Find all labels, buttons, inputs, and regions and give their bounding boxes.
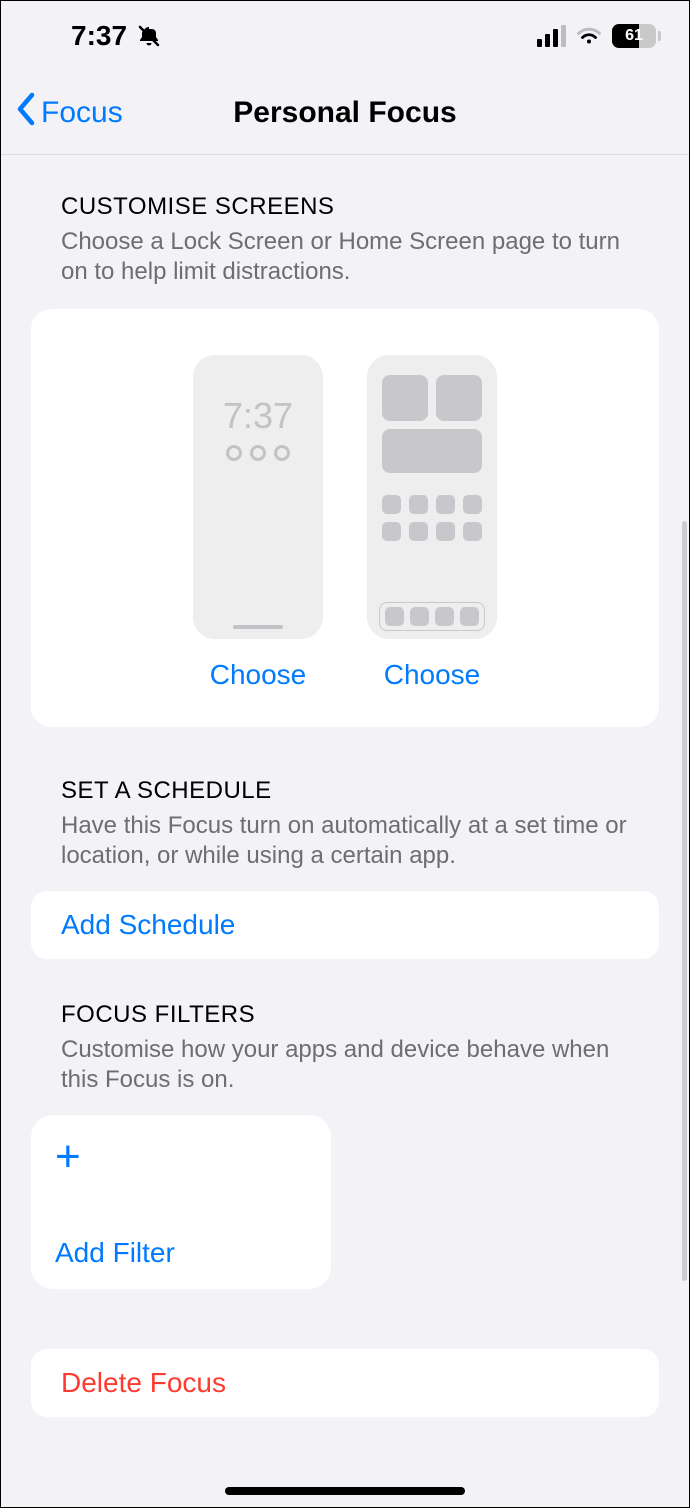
content[interactable]: Customise Screens Choose a Lock Screen o… <box>1 155 689 1507</box>
add-filter-button[interactable]: + Add Filter <box>31 1115 331 1289</box>
choose-lock-button[interactable]: Choose <box>210 659 307 691</box>
status-time: 7:37 <box>71 20 127 52</box>
nav-bar: Focus Personal Focus <box>1 71 689 155</box>
screens-card: 7:37 Choose Choose <box>31 309 659 727</box>
lock-home-indicator-icon <box>233 625 283 629</box>
status-bar: 7:37 61 <box>1 1 689 71</box>
add-schedule-button[interactable]: Add Schedule <box>31 891 659 959</box>
home-indicator[interactable] <box>225 1487 465 1495</box>
home-screen-preview <box>367 355 497 639</box>
schedule-title: Set a Schedule <box>61 777 629 805</box>
lock-screen-dots-icon <box>226 445 290 461</box>
customise-title: Customise Screens <box>61 193 629 221</box>
battery-icon: 61 <box>612 24 661 48</box>
battery-level: 61 <box>625 27 643 45</box>
schedule-sub: Have this Focus turn on automatically at… <box>61 811 629 871</box>
plus-icon: + <box>55 1135 307 1179</box>
add-filter-label: Add Filter <box>55 1237 307 1269</box>
filters-sub: Customise how your apps and device behav… <box>61 1035 629 1095</box>
back-button[interactable]: Focus <box>15 71 123 154</box>
scroll-indicator[interactable] <box>682 521 687 1281</box>
status-left: 7:37 <box>71 20 161 52</box>
customise-sub: Choose a Lock Screen or Home Screen page… <box>61 227 629 287</box>
choose-home-button[interactable]: Choose <box>384 659 481 691</box>
back-label: Focus <box>41 96 123 130</box>
schedule-header: Set a Schedule Have this Focus turn on a… <box>1 777 689 871</box>
lock-screen-preview: 7:37 <box>193 355 323 639</box>
chevron-left-icon <box>15 92 37 134</box>
lock-screen-option[interactable]: 7:37 Choose <box>193 355 323 691</box>
filters-header: Focus Filters Customise how your apps an… <box>1 1001 689 1095</box>
home-screen-option[interactable]: Choose <box>367 355 497 691</box>
page-title: Personal Focus <box>233 96 456 130</box>
status-right: 61 <box>537 24 661 48</box>
customise-header: Customise Screens Choose a Lock Screen o… <box>1 193 689 287</box>
home-dock-icon <box>379 602 485 631</box>
cellular-signal-icon <box>537 25 566 47</box>
silent-bell-icon <box>137 24 161 48</box>
delete-focus-button[interactable]: Delete Focus <box>31 1349 659 1417</box>
filters-title: Focus Filters <box>61 1001 629 1029</box>
lock-screen-time: 7:37 <box>223 395 293 437</box>
wifi-icon <box>576 26 602 46</box>
